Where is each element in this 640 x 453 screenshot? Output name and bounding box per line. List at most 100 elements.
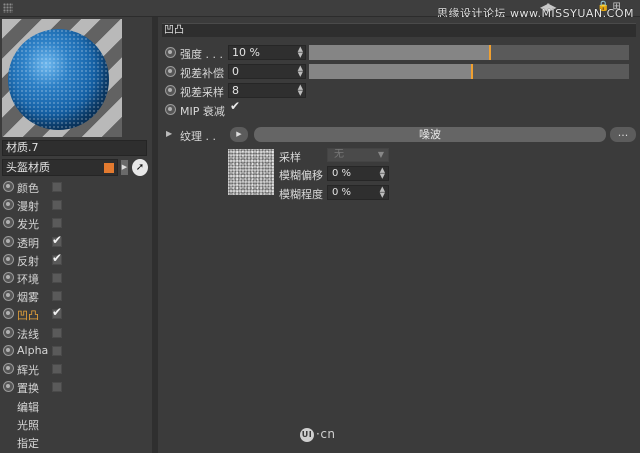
channel-checkbox[interactable] [52,200,62,211]
spinner-icon[interactable]: ▲ ▼ [380,186,385,199]
channel-item[interactable]: Alpha [0,342,152,360]
channel-checkbox[interactable] [52,327,62,338]
texture-shader-button[interactable]: 噪波 [254,127,606,142]
channel-anim-icon[interactable] [3,344,14,356]
channel-checkbox[interactable] [52,182,62,192]
channel-checkbox[interactable] [52,363,62,374]
material-tab-label[interactable]: 编辑 [17,399,39,415]
channel-label[interactable]: 环境 [17,271,39,287]
material-tab-item[interactable]: 指定 [0,432,152,450]
parallax-samples-anim-icon[interactable] [165,85,176,96]
strength-anim-icon[interactable] [165,47,176,58]
texture-more-button[interactable]: ... [610,127,636,142]
texture-row: ▶ 纹理 . . ▶ 噪波 ... [158,127,640,143]
blur-scale-value: 0 % [332,187,352,198]
parallax-offset-input[interactable]: 0 ▲ ▼ [228,64,306,79]
channel-anim-icon[interactable] [3,217,14,229]
channel-anim-icon[interactable] [3,326,14,338]
channel-label[interactable]: 颜色 [17,180,39,196]
channel-label[interactable]: 法线 [17,326,39,342]
blur-scale-input[interactable]: 0 % ▲ ▼ [327,185,389,200]
channel-checkbox[interactable] [52,218,62,229]
channel-item[interactable]: 透明 [0,233,152,251]
slider-handle[interactable] [488,45,491,60]
logo-text: ·cn [316,427,336,441]
spinner-icon[interactable]: ▲ ▼ [380,167,385,180]
material-name-field[interactable]: 材质.7 [2,140,147,156]
channel-item[interactable]: 发光 [0,214,152,232]
channel-item[interactable]: 烟雾 [0,287,152,305]
parallax-samples-value: 8 [232,84,239,97]
blur-scale-row: 模糊程度 0 % ▲ ▼ [279,185,639,201]
blur-offset-label: 模糊偏移 [279,169,323,182]
channel-checkbox[interactable] [52,345,62,356]
channel-label[interactable]: 凹凸 [17,307,39,323]
channel-anim-icon[interactable] [3,308,14,320]
channel-anim-icon[interactable] [3,381,14,393]
material-preview[interactable] [2,19,122,137]
pick-cursor-icon[interactable]: ➚ [132,159,148,176]
channel-anim-icon[interactable] [3,253,14,265]
channel-anim-icon[interactable] [3,235,14,247]
slider-handle[interactable] [471,64,474,79]
parallax-offset-value: 0 [232,65,239,78]
channel-item[interactable]: 颜色 [0,178,152,196]
channel-checkbox[interactable] [52,272,62,283]
strength-row: 强度 . . . 10 % ▲ ▼ [158,44,640,61]
channel-item[interactable]: 反射 [0,251,152,269]
channel-checkbox[interactable] [52,305,62,320]
channel-anim-icon[interactable] [3,290,14,302]
grip-icon[interactable] [3,3,13,13]
preset-name-field[interactable]: 头盔材质 [2,159,118,176]
channel-label[interactable]: 反射 [17,253,39,269]
section-title: 凹凸 [162,23,636,37]
spinner-icon[interactable]: ▲ ▼ [298,46,303,59]
channel-anim-icon[interactable] [3,271,14,283]
channel-label[interactable]: 透明 [17,235,39,251]
top-toolbar: ◀▶ 🔒⊞ 思缘设计论坛 www.MISSYUAN.COM [0,0,640,20]
strength-slider[interactable] [309,45,629,60]
preset-arrow-icon[interactable]: ▶ [121,160,128,175]
mip-anim-icon[interactable] [165,104,176,115]
material-tab-label[interactable]: 光照 [17,417,39,433]
channel-item[interactable]: 置换 [0,378,152,396]
channel-checkbox[interactable] [52,233,62,247]
sampling-dropdown[interactable]: 无 ▼ [327,148,389,162]
parallax-offset-anim-icon[interactable] [165,66,176,77]
noise-thumbnail[interactable] [228,149,274,195]
blur-scale-label: 模糊程度 [279,188,323,201]
channel-label[interactable]: 置换 [17,380,39,396]
channel-item[interactable]: 凹凸 [0,305,152,323]
channel-anim-icon[interactable] [3,181,14,192]
slider-fill [309,45,490,60]
channel-label[interactable]: 漫射 [17,198,39,214]
material-tab-label[interactable]: 指定 [17,435,39,451]
channel-anim-icon[interactable] [3,362,14,374]
channel-checkbox[interactable] [52,291,62,302]
material-tab-item[interactable]: 光照 [0,414,152,432]
channel-label[interactable]: 烟雾 [17,289,39,305]
blur-offset-input[interactable]: 0 % ▲ ▼ [327,166,389,181]
channel-item[interactable]: 法线 [0,324,152,342]
channel-item[interactable]: 辉光 [0,360,152,378]
material-tab-item[interactable]: 编辑 [0,396,152,414]
parallax-samples-label: 视差采样 [180,86,224,99]
channel-checkbox[interactable] [52,251,62,265]
texture-menu-button[interactable]: ▶ [230,127,248,142]
channel-anim-icon[interactable] [3,199,14,211]
spinner-icon[interactable]: ▲ ▼ [298,65,303,78]
channel-label[interactable]: Alpha [17,344,48,357]
channel-checkbox[interactable] [52,382,62,393]
strength-input[interactable]: 10 % ▲ ▼ [228,45,306,60]
channel-item[interactable]: 环境 [0,269,152,287]
channel-label[interactable]: 发光 [17,216,39,232]
expand-triangle-icon[interactable]: ▶ [166,129,172,138]
channel-item[interactable]: 漫射 [0,196,152,214]
site-logo: UI ·cn [300,427,336,442]
mip-checkbox[interactable]: ✔ [230,99,240,113]
parallax-offset-slider[interactable] [309,64,629,79]
preview-sphere [8,29,109,130]
spinner-icon[interactable]: ▲ ▼ [298,84,303,97]
channel-label[interactable]: 辉光 [17,362,39,378]
parallax-samples-input[interactable]: 8 ▲ ▼ [228,83,306,98]
